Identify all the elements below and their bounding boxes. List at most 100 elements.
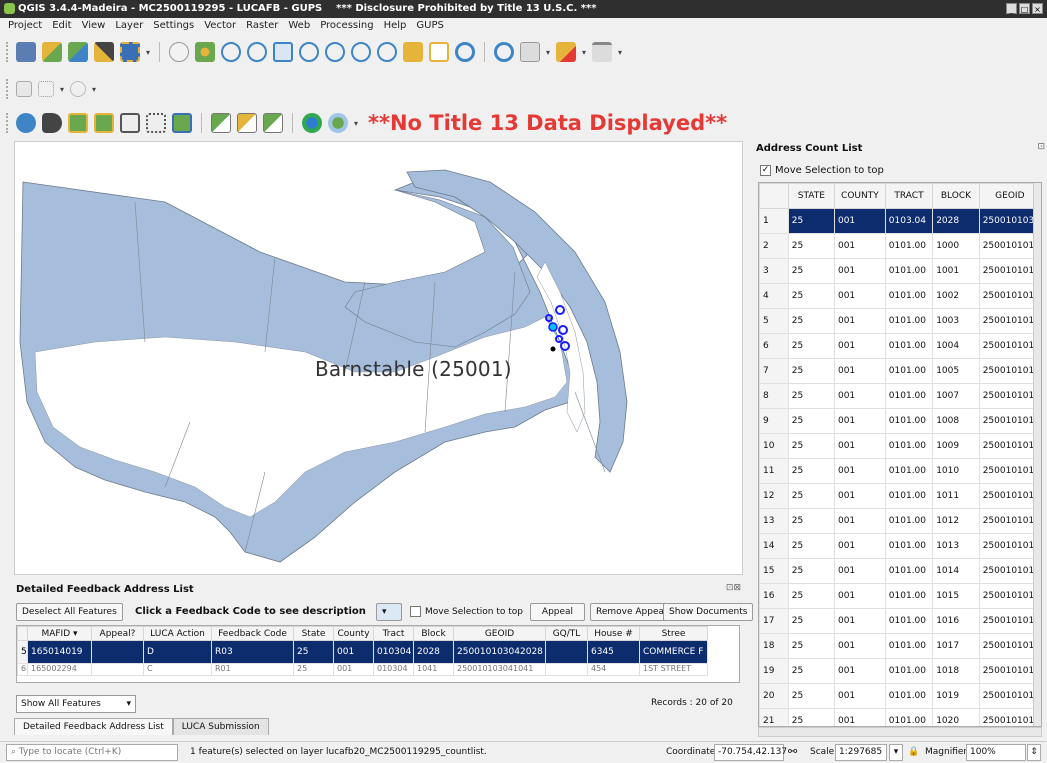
table-cell[interactable]: 001 xyxy=(833,658,886,684)
pan-to-selection-icon[interactable] xyxy=(195,42,216,62)
table-cell[interactable]: 25 xyxy=(787,308,835,334)
table-cell[interactable]: 25 xyxy=(293,640,334,664)
table-cell[interactable]: 001 xyxy=(833,208,886,234)
menu-project[interactable]: Project xyxy=(8,18,42,34)
table-cell[interactable]: 6345 xyxy=(587,640,640,664)
import-icon[interactable] xyxy=(237,113,257,133)
table-cell[interactable]: 25 xyxy=(787,358,835,384)
table-cell[interactable]: 001 xyxy=(333,640,374,664)
table-cell[interactable]: 1041 xyxy=(413,663,454,676)
table-cell[interactable]: 0101.00 xyxy=(884,583,934,609)
table-cell[interactable]: 0101.00 xyxy=(884,658,934,684)
chevron-down-icon[interactable]: ▾ xyxy=(582,48,586,57)
table-cell[interactable]: 2500101010 xyxy=(978,608,1041,634)
table-cell[interactable]: 0101.00 xyxy=(884,608,934,634)
table-cell[interactable]: 001 xyxy=(833,233,886,259)
temporal-icon[interactable] xyxy=(429,42,450,62)
table-row[interactable]: 5 25 001 0101.00 1003 2500101010 xyxy=(759,308,1041,334)
table-cell[interactable]: 1012 xyxy=(932,508,980,534)
table-cell[interactable]: 2500101010 xyxy=(978,508,1041,534)
table-cell[interactable]: D xyxy=(143,640,212,664)
tab-detailed-feedback[interactable]: Detailed Feedback Address List xyxy=(14,718,173,735)
about-icon[interactable] xyxy=(16,113,36,133)
table-row[interactable]: 8 25 001 0101.00 1007 2500101010 xyxy=(759,383,1041,409)
transfer-icon[interactable] xyxy=(263,113,283,133)
table-cell[interactable]: 001 xyxy=(833,708,886,726)
table-header[interactable]: MAFID ▾ xyxy=(27,626,92,641)
table-cell[interactable]: 001 xyxy=(833,308,886,334)
move-selection-toggle[interactable]: Move Selection to top xyxy=(410,606,523,617)
table-cell[interactable]: 0101.00 xyxy=(884,358,934,384)
magnifier-field[interactable]: 100% xyxy=(966,744,1026,761)
chevron-down-icon[interactable]: ▾ xyxy=(889,744,903,761)
zoom-out-icon[interactable] xyxy=(247,42,268,62)
open-attribute-table-icon[interactable] xyxy=(520,42,541,62)
table-cell[interactable]: 2028 xyxy=(932,208,980,234)
table-cell[interactable]: 1001 xyxy=(932,258,980,284)
table-cell[interactable]: 2500101010 xyxy=(978,533,1041,559)
table-row[interactable]: 20 25 001 0101.00 1019 2500101010 xyxy=(759,683,1041,709)
table-cell[interactable]: 1013 xyxy=(932,533,980,559)
table-cell[interactable]: 010304 xyxy=(373,663,414,676)
table-cell[interactable]: 0101.00 xyxy=(884,283,934,309)
table-cell[interactable]: 25 xyxy=(787,483,835,509)
zoom-next-icon[interactable] xyxy=(377,42,398,62)
zoom-in-icon[interactable] xyxy=(221,42,242,62)
table-row[interactable]: 17 25 001 0101.00 1016 2500101010 xyxy=(759,608,1041,634)
table-header[interactable]: LUCA Action xyxy=(143,626,212,641)
table-cell[interactable]: 2500101010 xyxy=(978,633,1041,659)
table-cell[interactable]: 25 xyxy=(787,208,835,234)
table-cell[interactable]: 2500101010 xyxy=(978,708,1041,726)
copy-icon[interactable] xyxy=(120,113,140,133)
table-cell[interactable]: 2500101010 xyxy=(978,408,1041,434)
table-header[interactable]: Stree xyxy=(639,626,708,641)
table-header[interactable]: GEOID xyxy=(978,183,1041,209)
table-row[interactable]: 21 25 001 0101.00 1020 2500101010 xyxy=(759,708,1041,726)
float-panel-icon[interactable]: ⊡ xyxy=(1037,142,1045,152)
maximize-icon[interactable]: □ xyxy=(1019,3,1030,14)
toggle-editing-icon[interactable] xyxy=(94,42,114,62)
minimize-icon[interactable]: _ xyxy=(1006,3,1017,14)
new-map-view-icon[interactable] xyxy=(403,42,424,62)
table-cell[interactable]: 0101.00 xyxy=(884,708,934,726)
table-cell[interactable]: 2500101010 xyxy=(978,683,1041,709)
table-header[interactable] xyxy=(17,626,28,641)
table-cell[interactable]: 2500101010 xyxy=(978,333,1041,359)
table-cell[interactable]: 165002294 xyxy=(27,663,92,676)
table-cell[interactable]: 2500101010 xyxy=(978,433,1041,459)
appeal-button[interactable]: Appeal xyxy=(530,603,585,621)
table-cell[interactable]: 001 xyxy=(833,533,886,559)
table-row[interactable]: 15 25 001 0101.00 1014 2500101010 xyxy=(759,558,1041,584)
table-cell[interactable]: 2500101010 xyxy=(978,583,1041,609)
menu-processing[interactable]: Processing xyxy=(320,18,373,34)
table-row[interactable]: 10 25 001 0101.00 1009 2500101010 xyxy=(759,433,1041,459)
map-canvas[interactable]: Barnstable (25001) xyxy=(14,141,743,575)
table-cell[interactable]: 0101.00 xyxy=(884,233,934,259)
update-data-icon[interactable] xyxy=(94,113,114,133)
float-close-icon[interactable]: ⊡⊠ xyxy=(726,583,741,593)
table-cell[interactable]: 010304 xyxy=(373,640,414,664)
table-header[interactable]: Appeal? xyxy=(91,626,144,641)
table-cell[interactable]: 25 xyxy=(787,508,835,534)
table-row[interactable]: 18 25 001 0101.00 1017 2500101010 xyxy=(759,633,1041,659)
table-row[interactable]: 16 25 001 0101.00 1015 2500101010 xyxy=(759,583,1041,609)
table-cell[interactable]: 25 xyxy=(787,558,835,584)
table-cell[interactable]: 25 xyxy=(787,258,835,284)
identify-features-icon[interactable] xyxy=(494,42,515,62)
menu-view[interactable]: View xyxy=(82,18,106,34)
table-cell[interactable]: 25 xyxy=(787,708,835,726)
chevron-down-icon[interactable]: ▾ xyxy=(60,85,64,94)
table-cell[interactable]: 2500101010 xyxy=(978,283,1041,309)
chevron-down-icon[interactable]: ▾ xyxy=(92,85,96,94)
menu-web[interactable]: Web xyxy=(288,18,310,34)
add-layer-icon[interactable] xyxy=(68,42,88,62)
table-cell[interactable]: 1008 xyxy=(932,408,980,434)
table-cell[interactable]: 2500101010 xyxy=(978,658,1041,684)
table-cell[interactable]: 1007 xyxy=(932,383,980,409)
table-cell[interactable]: 25 xyxy=(787,583,835,609)
table-cell[interactable]: 001 xyxy=(833,483,886,509)
pan-hand-icon[interactable] xyxy=(169,42,190,62)
table-cell[interactable]: 1018 xyxy=(932,658,980,684)
table-cell[interactable] xyxy=(545,663,588,676)
horizontal-scrollbar[interactable] xyxy=(758,727,1042,737)
